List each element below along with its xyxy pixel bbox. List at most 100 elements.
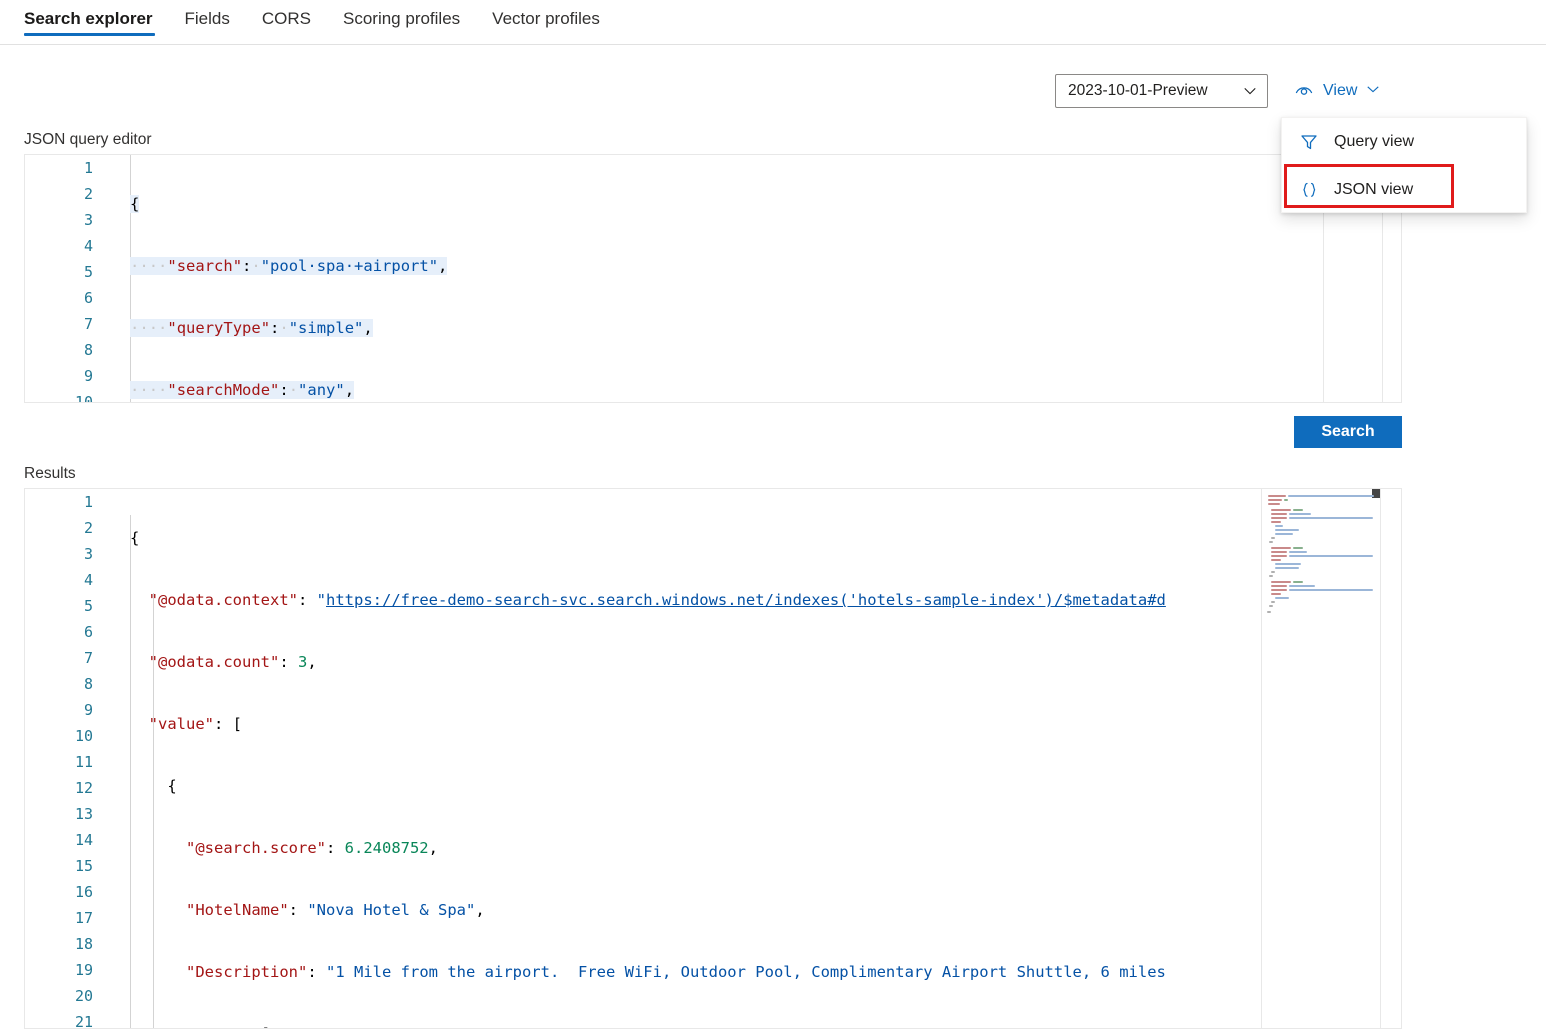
eye-icon xyxy=(1294,81,1314,101)
tab-label: CORS xyxy=(261,9,311,28)
minimap-row xyxy=(1271,509,1291,511)
minimap-row xyxy=(1275,533,1293,535)
odata-context-link[interactable]: https://free-demo-search-svc.search.wind… xyxy=(326,591,1166,609)
results-editor[interactable]: 1 2 3 4 5 6 7 8 9 10 11 12 13 14 15 16 1… xyxy=(24,488,1402,1029)
minimap-row xyxy=(1271,589,1287,591)
json-key-search: "search" xyxy=(167,257,243,275)
minimap-row xyxy=(1275,529,1299,531)
api-version-dropdown[interactable]: 2023-10-01-Preview xyxy=(1055,74,1268,108)
minimap-row xyxy=(1293,581,1303,583)
results-code[interactable]: { "@odata.context": "https://free-demo-s… xyxy=(111,489,1401,1028)
search-explorer-page: Search explorer Fields CORS Scoring prof… xyxy=(0,0,1546,1029)
menu-item-label: Query view xyxy=(1334,133,1415,150)
line-number: 6 xyxy=(83,289,93,307)
results-gutter: 1 2 3 4 5 6 7 8 9 10 11 12 13 14 15 16 1… xyxy=(25,489,111,1028)
view-button-label: View xyxy=(1323,82,1358,99)
code-line: ····"searchMode":·"any", xyxy=(130,381,355,399)
minimap-row xyxy=(1289,513,1311,515)
minimap-row xyxy=(1267,611,1271,613)
line-number: 8 xyxy=(83,675,93,693)
line-number: 14 xyxy=(74,831,93,849)
tab-cors[interactable]: CORS xyxy=(248,0,329,44)
tab-search-explorer[interactable]: Search explorer xyxy=(24,0,171,44)
query-editor-code[interactable]: { ····"search":·"pool·spa·+airport", ···… xyxy=(111,155,1401,402)
line-number: 16 xyxy=(74,883,93,901)
minimap-row xyxy=(1268,503,1280,505)
line-number: 8 xyxy=(83,341,93,359)
active-tab-underline xyxy=(24,33,155,36)
minimap-row xyxy=(1271,571,1275,573)
view-button[interactable]: View xyxy=(1294,78,1380,104)
line-number: 3 xyxy=(83,545,93,563)
line-number: 2 xyxy=(83,185,93,203)
json-key-querytype: "queryType" xyxy=(167,319,271,337)
menu-item-label: JSON view xyxy=(1334,181,1414,198)
minimap-row xyxy=(1271,593,1281,595)
minimap-row xyxy=(1271,537,1275,539)
line-number: 1 xyxy=(83,493,93,511)
line-number: 19 xyxy=(74,961,93,979)
line-number: 9 xyxy=(83,367,93,385)
menu-item-json-view[interactable]: JSON view xyxy=(1282,166,1526,214)
minimap-row xyxy=(1271,601,1275,603)
api-version-value: 2023-10-01-Preview xyxy=(1068,82,1208,99)
json-key-search-score: "@search.score" xyxy=(186,839,326,857)
minimap-row xyxy=(1269,541,1273,543)
results-minimap[interactable] xyxy=(1261,489,1381,1028)
tab-label: Vector profiles xyxy=(492,9,600,28)
minimap-row xyxy=(1284,499,1288,501)
minimap-row xyxy=(1268,499,1282,501)
line-number: 5 xyxy=(83,263,93,281)
tab-label: Search explorer xyxy=(24,9,153,28)
json-key-odata-context: "@odata.context" xyxy=(148,591,298,609)
json-key-description: "Description" xyxy=(186,963,308,981)
tab-fields[interactable]: Fields xyxy=(171,0,248,44)
json-key-hotelname: "HotelName" xyxy=(186,901,289,919)
json-key-odata-count: "@odata.count" xyxy=(148,653,280,671)
json-value-querytype: "simple" xyxy=(288,319,364,337)
minimap-row xyxy=(1289,517,1373,519)
minimap-row xyxy=(1271,551,1287,553)
hotel-name-value: Nova Hotel & Spa xyxy=(316,901,466,919)
line-number: 4 xyxy=(83,571,93,589)
minimap-row xyxy=(1271,521,1281,523)
minimap-row xyxy=(1269,605,1273,607)
minimap-row xyxy=(1289,551,1307,553)
line-number: 2 xyxy=(83,519,93,537)
line-number: 15 xyxy=(74,857,93,875)
minimap-row xyxy=(1275,597,1289,599)
tab-label: Scoring profiles xyxy=(343,9,461,28)
json-query-editor[interactable]: 1 2 3 4 5 6 7 8 9 10 { ····"search":·"po… xyxy=(24,154,1402,403)
line-number: 1 xyxy=(83,159,93,177)
results-label: Results xyxy=(24,465,76,482)
code-line: "@odata.context": "https://free-demo-sea… xyxy=(148,591,1166,609)
line-number: 7 xyxy=(83,315,93,333)
tab-vector-profiles[interactable]: Vector profiles xyxy=(478,0,618,44)
minimap-row xyxy=(1271,547,1291,549)
search-button[interactable]: Search xyxy=(1294,416,1402,448)
menu-item-query-view[interactable]: Query view xyxy=(1282,118,1526,166)
code-line: "value": [ xyxy=(148,715,242,733)
search-score-value: 6.2408752 xyxy=(344,839,429,857)
filter-icon xyxy=(1298,131,1320,153)
minimap-row xyxy=(1271,555,1287,557)
minimap-row xyxy=(1293,547,1303,549)
code-line: "Description": "1 Mile from the airport.… xyxy=(186,963,1166,981)
json-key-value: "value" xyxy=(148,715,214,733)
line-number: 17 xyxy=(74,909,93,927)
results-scrollbar[interactable] xyxy=(1381,489,1401,1028)
json-value-searchmode: "any" xyxy=(298,381,345,399)
query-editor-gutter: 1 2 3 4 5 6 7 8 9 10 xyxy=(25,155,111,402)
chevron-down-icon xyxy=(1243,84,1257,98)
minimap-row xyxy=(1271,513,1287,515)
minimap-row xyxy=(1289,585,1315,587)
code-line: "Tags": [ xyxy=(130,1021,1401,1028)
tab-scoring-profiles[interactable]: Scoring profiles xyxy=(329,0,478,44)
json-value-search: "pool·spa·+airport" xyxy=(260,257,439,275)
description-value: 1 Mile from the airport. Free WiFi, Outd… xyxy=(335,963,1166,981)
minimap-row xyxy=(1289,555,1373,557)
line-number: 10 xyxy=(74,393,93,403)
tab-label: Fields xyxy=(184,9,230,28)
code-line: { xyxy=(130,529,140,547)
line-number: 10 xyxy=(74,727,93,745)
